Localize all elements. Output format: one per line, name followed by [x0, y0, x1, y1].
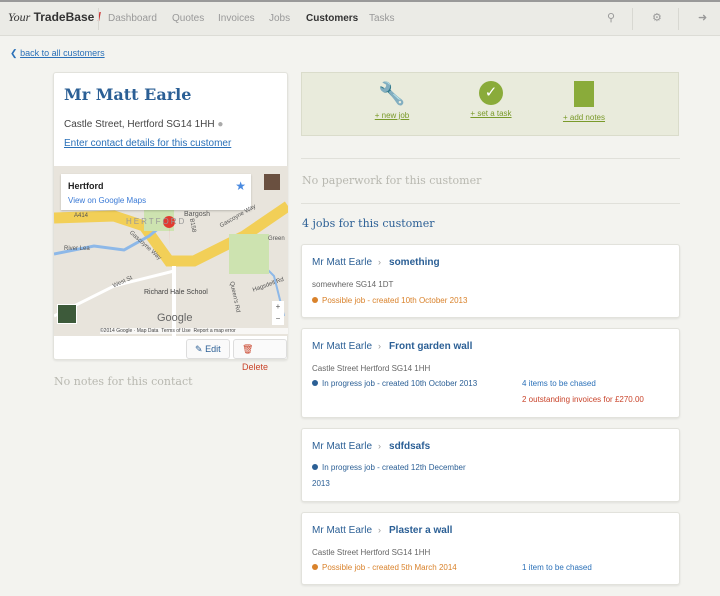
satellite-toggle[interactable] [57, 304, 77, 324]
chevron-right-icon: › [378, 525, 382, 535]
job-status: Possible job - created 5th March 2014 [312, 560, 522, 576]
add-notes-action[interactable]: + add notes [544, 81, 624, 122]
view-on-google-maps-link[interactable]: View on Google Maps [68, 196, 146, 205]
search-icon[interactable]: ⚲ [607, 11, 615, 24]
back-arrow-icon: ❮ [10, 48, 18, 58]
job-address: somewhere SG14 1DT [312, 280, 394, 289]
edit-button[interactable]: ✎ Edit [186, 339, 230, 359]
job-card[interactable]: Mr Matt Earle › Plaster a wall Castle Stre… [301, 512, 680, 585]
chevron-right-icon: › [378, 441, 382, 451]
delete-button[interactable]: 🗑 Delete [233, 339, 287, 372]
customer-card: Mr Matt Earle Castle Street, Hertford SG… [53, 72, 288, 372]
map-label: Green [268, 236, 285, 242]
nav-dashboard[interactable]: Dashboard [108, 13, 157, 24]
enter-contact-link[interactable]: Enter contact details for this customer [64, 138, 231, 149]
map-label: Bargosh [184, 211, 211, 218]
chevron-right-icon: › [378, 341, 382, 351]
no-notes: No notes for this contact [54, 375, 193, 388]
status-dot-icon [312, 564, 318, 570]
google-logo: Google [157, 312, 193, 324]
items-to-chase[interactable]: 4 items to be chased [522, 376, 596, 392]
avatar [264, 174, 280, 190]
items-to-chase[interactable]: 1 item to be chased [522, 560, 592, 576]
map-label: A414 [74, 213, 89, 219]
trash-icon: 🗑 [242, 344, 254, 354]
map-label: HERTFORD [126, 217, 187, 226]
gears-icon[interactable]: ⚙ [652, 11, 662, 24]
nav-customers[interactable]: Customers [306, 13, 358, 24]
customer-address: Castle Street, Hertford SG14 1HH ● [64, 119, 224, 130]
pencil-icon: ✎ [195, 344, 203, 354]
action-panel: 🔧 + new job ✓ + set a task + add notes [301, 72, 679, 136]
zoom-in-button[interactable]: + [272, 301, 284, 313]
nav-tasks[interactable]: Tasks [369, 13, 395, 24]
map-marker-icon: ● [217, 119, 224, 130]
job-status: In progress job - created 10th October 2… [312, 376, 482, 392]
job-card[interactable]: Mr Matt Earle › sdfdsafs In progress job -… [301, 428, 680, 502]
job-address: Castle Street Hertford SG14 1HH [312, 548, 431, 557]
job-card[interactable]: Mr Matt Earle › Front garden wall Castle S… [301, 328, 680, 418]
nav-quotes[interactable]: Quotes [172, 13, 204, 24]
wrench-icon: 🔧 [378, 81, 406, 106]
zoom-out-button[interactable]: − [272, 313, 284, 325]
job-address: Castle Street Hertford SG14 1HH [312, 364, 431, 373]
job-card[interactable]: Mr Matt Earle › something somewhere SG14 1… [301, 244, 680, 318]
status-dot-icon [312, 297, 318, 303]
nav-invoices[interactable]: Invoices [218, 13, 255, 24]
job-status: Possible job - created 10th October 2013 [312, 293, 612, 309]
customer-name: Mr Matt Earle [64, 85, 192, 104]
top-nav: Your TradeBase / Dashboard Quotes Invoic… [0, 0, 720, 36]
job-title[interactable]: Front garden wall [389, 341, 472, 352]
back-link-text[interactable]: back to all customers [20, 48, 105, 58]
check-circle-icon: ✓ [479, 81, 503, 105]
map-infobox: Hertford View on Google Maps ★ [61, 174, 251, 210]
jobs-heading: 4 jobs for this customer [302, 217, 435, 230]
new-job-action[interactable]: 🔧 + new job [352, 81, 432, 120]
map-label: Richard Hale School [144, 289, 208, 296]
set-task-action[interactable]: ✓ + set a task [451, 81, 531, 118]
job-title[interactable]: sdfdsafs [389, 441, 430, 452]
status-dot-icon [312, 464, 318, 470]
map-label: River Lea [64, 246, 90, 252]
sign-out-icon[interactable]: ➜ [698, 11, 707, 24]
nav-jobs[interactable]: Jobs [269, 13, 290, 24]
map[interactable]: Hertford View on Google Maps ★ A414 HERT… [54, 166, 288, 336]
logo[interactable]: Your TradeBase / [8, 10, 101, 25]
chevron-right-icon: › [378, 257, 382, 267]
outstanding-invoices[interactable]: 2 outstanding invoices for £270.00 [522, 392, 644, 408]
notes-icon [574, 81, 594, 107]
status-dot-icon [312, 380, 318, 386]
job-title[interactable]: something [389, 257, 440, 268]
no-paperwork: No paperwork for this customer [302, 174, 482, 187]
job-status: In progress job - created 12th December … [312, 463, 466, 488]
job-title[interactable]: Plaster a wall [389, 525, 452, 536]
map-place: Hertford [68, 181, 104, 191]
back-link[interactable]: ❮ back to all customers [10, 48, 105, 59]
star-icon[interactable]: ★ [235, 179, 246, 193]
